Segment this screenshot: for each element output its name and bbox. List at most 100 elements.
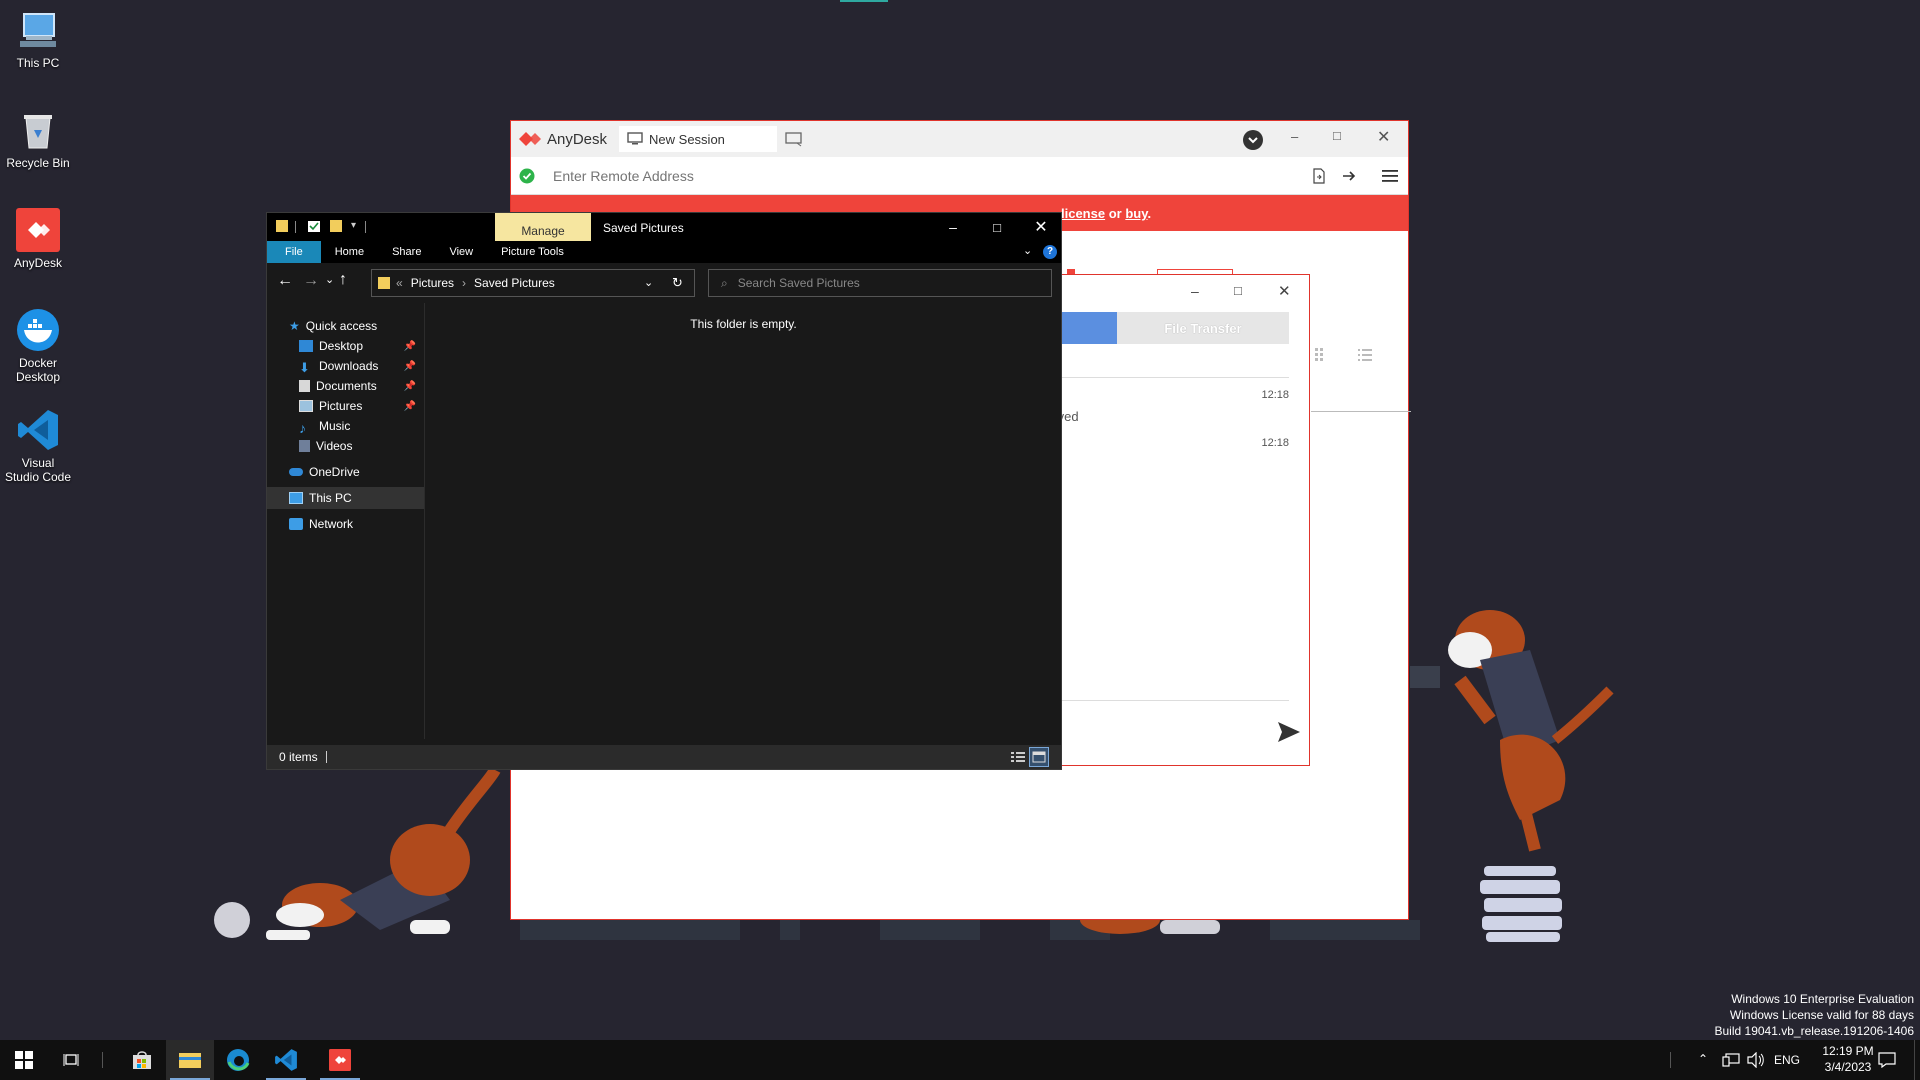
tab-file[interactable]: File bbox=[267, 241, 321, 263]
up-arrow-icon[interactable]: ↑ bbox=[339, 271, 347, 289]
taskbar-edge[interactable] bbox=[214, 1040, 262, 1080]
sidebar-item-label: Network bbox=[309, 517, 354, 531]
anydesk-maximize-icon[interactable]: □ bbox=[1333, 128, 1341, 143]
taskbar-store[interactable] bbox=[118, 1040, 166, 1080]
anydesk-titlebar: AnyDesk New Session – □ ✕ bbox=[511, 121, 1408, 157]
desktop-icon-docker[interactable]: Docker Desktop bbox=[4, 308, 72, 384]
details-view-icon[interactable] bbox=[1011, 751, 1025, 763]
file-explorer-icon bbox=[179, 1053, 201, 1068]
taskbar-file-explorer[interactable] bbox=[166, 1040, 214, 1080]
sidebar-item-pictures[interactable]: Pictures 📌 bbox=[267, 395, 424, 417]
tab-share[interactable]: Share bbox=[378, 241, 435, 263]
status-bar: 0 items bbox=[267, 745, 1061, 769]
connect-arrow-icon[interactable] bbox=[1341, 168, 1357, 184]
tab-manage[interactable]: Manage bbox=[495, 213, 591, 241]
desktop-icon-recycle-bin[interactable]: Recycle Bin bbox=[4, 108, 72, 170]
chat-minimize-icon[interactable]: – bbox=[1191, 283, 1199, 299]
task-view-button[interactable] bbox=[48, 1040, 96, 1080]
sidebar-item-this-pc[interactable]: This PC bbox=[267, 487, 424, 509]
sidebar-item-label: Downloads bbox=[319, 359, 379, 373]
anydesk-minimize-icon[interactable]: – bbox=[1291, 129, 1298, 144]
search-box[interactable]: ⌕ Search Saved Pictures bbox=[708, 269, 1052, 297]
remote-address-input[interactable] bbox=[553, 167, 1253, 184]
address-bar[interactable]: « Pictures › Saved Pictures ⌄ ↻ bbox=[371, 269, 695, 297]
desktop-icon-anydesk[interactable]: AnyDesk bbox=[4, 208, 72, 270]
start-button[interactable] bbox=[0, 1040, 48, 1080]
sidebar-item-onedrive[interactable]: OneDrive bbox=[267, 461, 424, 483]
notifications-icon[interactable] bbox=[1878, 1052, 1896, 1068]
sidebar-item-downloads[interactable]: ⬇ Downloads 📌 bbox=[267, 355, 424, 377]
buy-link[interactable]: buy bbox=[1125, 206, 1147, 221]
pin-icon: 📌 bbox=[403, 400, 416, 412]
sidebar-item-quick-access[interactable]: ★ Quick access bbox=[267, 315, 424, 337]
banner-period: . bbox=[1147, 206, 1152, 221]
grid-view-icon[interactable] bbox=[1314, 347, 1330, 363]
desktop-icon-label: Docker Desktop bbox=[15, 356, 61, 384]
send-icon[interactable] bbox=[1277, 721, 1301, 743]
tab-label: New Session bbox=[649, 131, 725, 147]
connection-ok-icon bbox=[519, 168, 535, 183]
explorer-maximize-icon[interactable]: □ bbox=[975, 213, 1019, 241]
file-transfer-icon[interactable] bbox=[1311, 168, 1327, 184]
clock[interactable]: 12:19 PM 3/4/2023 bbox=[1812, 1043, 1884, 1075]
sidebar-item-music[interactable]: ♪ Music bbox=[267, 415, 424, 437]
anydesk-logo-icon bbox=[519, 132, 541, 146]
help-icon[interactable]: ? bbox=[1043, 245, 1057, 259]
explorer-ribbon: File Home Share View Picture Tools ⌄ ? bbox=[267, 241, 1061, 263]
taskbar-anydesk[interactable] bbox=[316, 1040, 364, 1080]
volume-icon[interactable] bbox=[1747, 1052, 1765, 1068]
desktop-icon-this-pc[interactable]: This PC bbox=[4, 8, 72, 70]
network-status-icon[interactable] bbox=[1722, 1053, 1740, 1067]
desktop-icon-vscode[interactable]: Visual Studio Code bbox=[4, 408, 72, 484]
download-status-icon[interactable] bbox=[1242, 129, 1264, 151]
onedrive-cloud-icon bbox=[289, 468, 303, 476]
explorer-minimize-icon[interactable]: – bbox=[931, 213, 975, 241]
session-chat-window: – □ ✕ File Transfer 12:18 ceived 12:18 bbox=[1040, 274, 1411, 766]
tab-file-transfer[interactable]: File Transfer bbox=[1117, 312, 1289, 344]
language-indicator[interactable]: ENG bbox=[1774, 1053, 1800, 1067]
taskbar-vscode[interactable] bbox=[262, 1040, 310, 1080]
sidebar-item-videos[interactable]: Videos bbox=[267, 435, 424, 457]
show-hidden-icons-icon[interactable]: ⌃ bbox=[1698, 1052, 1708, 1066]
refresh-icon[interactable]: ↻ bbox=[672, 275, 683, 291]
address-dropdown-icon[interactable]: ⌄ bbox=[644, 276, 653, 289]
back-arrow-icon[interactable]: ← bbox=[277, 272, 293, 290]
anydesk-icon bbox=[16, 208, 60, 252]
sidebar-item-desktop[interactable]: Desktop 📌 bbox=[267, 335, 424, 357]
properties-icon[interactable] bbox=[307, 219, 321, 233]
chat-input-divider bbox=[1041, 700, 1289, 701]
large-icons-view-icon[interactable] bbox=[1029, 747, 1049, 767]
show-desktop-button[interactable] bbox=[1914, 1040, 1920, 1080]
hamburger-menu-icon[interactable] bbox=[1381, 168, 1399, 184]
desktop-folder-icon bbox=[299, 340, 313, 352]
new-folder-icon[interactable] bbox=[329, 219, 343, 233]
tab-home[interactable]: Home bbox=[321, 241, 378, 263]
folder-icon bbox=[276, 220, 288, 232]
license-link[interactable]: license bbox=[1061, 206, 1105, 221]
recent-locations-icon[interactable]: ⌄ bbox=[325, 273, 334, 286]
chat-tabs: File Transfer bbox=[1041, 312, 1289, 344]
breadcrumb-pictures[interactable]: Pictures bbox=[411, 276, 454, 290]
anydesk-close-icon[interactable]: ✕ bbox=[1377, 127, 1390, 147]
desktop-icon-label: Recycle Bin bbox=[6, 156, 70, 170]
ribbon-expand-icon[interactable]: ⌄ bbox=[1023, 244, 1032, 257]
breadcrumb-overflow[interactable]: « bbox=[396, 276, 403, 290]
tab-picture-tools[interactable]: Picture Tools bbox=[487, 241, 578, 263]
music-icon: ♪ bbox=[299, 420, 306, 436]
tab-new-session[interactable]: New Session bbox=[619, 126, 778, 152]
forward-arrow-icon[interactable]: → bbox=[303, 272, 319, 290]
this-pc-icon bbox=[289, 492, 303, 504]
file-list-pane[interactable]: This folder is empty. bbox=[426, 303, 1061, 739]
banner-or-text: or bbox=[1108, 206, 1122, 221]
this-pc-icon bbox=[20, 13, 56, 47]
chat-close-icon[interactable]: ✕ bbox=[1278, 282, 1291, 300]
sidebar-item-network[interactable]: Network bbox=[267, 513, 424, 535]
new-tab-icon[interactable] bbox=[785, 131, 803, 147]
list-view-icon[interactable] bbox=[1357, 347, 1373, 363]
quick-access-toolbar-dropdown-icon[interactable]: ▾ bbox=[351, 220, 356, 231]
tab-view[interactable]: View bbox=[435, 241, 487, 263]
explorer-close-icon[interactable]: ✕ bbox=[1019, 213, 1063, 241]
breadcrumb-saved-pictures[interactable]: Saved Pictures bbox=[474, 276, 555, 290]
sidebar-item-documents[interactable]: Documents 📌 bbox=[267, 375, 424, 397]
chat-maximize-icon[interactable]: □ bbox=[1234, 283, 1242, 298]
